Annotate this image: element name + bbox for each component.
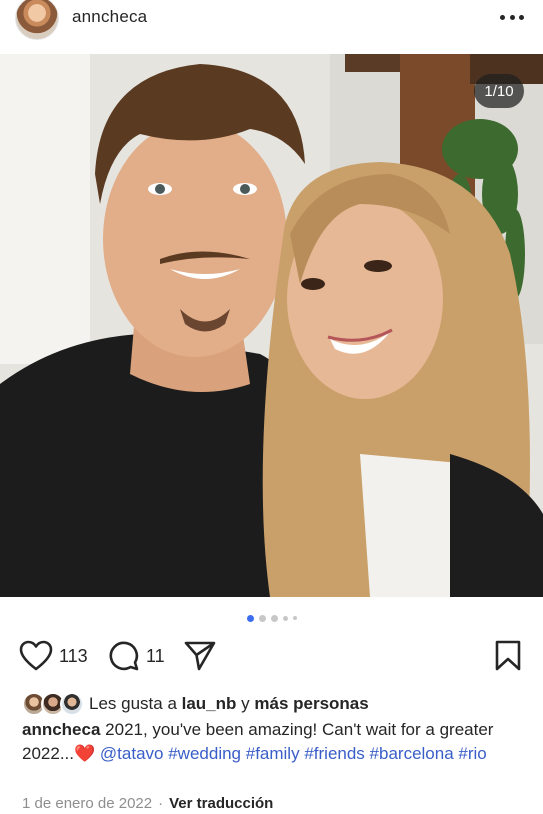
likes-count[interactable]: 113 xyxy=(59,646,88,667)
carousel-dot-active xyxy=(246,614,254,622)
action-bar: 113 11 xyxy=(0,638,543,676)
more-options-icon[interactable] xyxy=(497,4,527,30)
meta-separator: · xyxy=(158,795,164,812)
post-username[interactable]: anncheca xyxy=(72,7,147,27)
liker-avatars xyxy=(22,692,85,716)
comments-count[interactable]: 11 xyxy=(146,646,165,667)
more-dot xyxy=(509,14,515,20)
carousel-dot xyxy=(282,615,288,621)
liked-by-prefix: Les gusta a xyxy=(89,694,182,713)
photo-illustration xyxy=(0,54,543,597)
post-header: anncheca xyxy=(0,0,543,40)
liked-by-line[interactable]: Les gusta a lau_nb y más personas xyxy=(22,692,369,716)
hashtag[interactable]: #barcelona xyxy=(370,744,454,763)
avatar xyxy=(60,692,84,716)
hashtag[interactable]: #family xyxy=(246,744,300,763)
caption-mention[interactable]: @tatavo xyxy=(100,744,164,763)
post-photo[interactable]: 1/10 xyxy=(0,54,543,597)
save-button[interactable] xyxy=(495,638,521,674)
liked-by-joiner: y xyxy=(236,694,255,713)
avatar[interactable] xyxy=(15,0,59,40)
post-caption: anncheca 2021, you've been amazing! Can'… xyxy=(22,718,527,766)
bookmark-icon xyxy=(495,640,521,671)
heart-icon xyxy=(19,640,53,671)
more-dot xyxy=(519,14,524,20)
caption-author[interactable]: anncheca xyxy=(22,720,100,739)
liked-by-others[interactable]: más personas xyxy=(254,694,368,714)
comment-icon xyxy=(109,641,139,671)
carousel-dot xyxy=(258,614,266,622)
comment-button[interactable]: 11 xyxy=(108,638,165,674)
post-date: 1 de enero de 2022 xyxy=(22,795,153,812)
hashtag[interactable]: #wedding xyxy=(168,744,241,763)
carousel-indicator xyxy=(0,612,543,624)
like-button[interactable]: 113 xyxy=(19,638,88,674)
share-button[interactable] xyxy=(184,638,216,674)
hashtag[interactable]: #friends xyxy=(304,744,364,763)
post-meta: 1 de enero de 2022 · Ver traducción xyxy=(22,795,273,812)
send-icon xyxy=(184,641,216,671)
see-translation-link[interactable]: Ver traducción xyxy=(169,795,273,812)
liked-by-user[interactable]: lau_nb xyxy=(182,694,237,714)
heart-emoji: ❤️ xyxy=(74,744,96,763)
image-counter: 1/10 xyxy=(474,74,524,108)
carousel-dot xyxy=(292,616,297,620)
hashtag[interactable]: #rio xyxy=(458,744,486,763)
carousel-dot xyxy=(270,614,278,622)
more-dot xyxy=(500,14,505,20)
